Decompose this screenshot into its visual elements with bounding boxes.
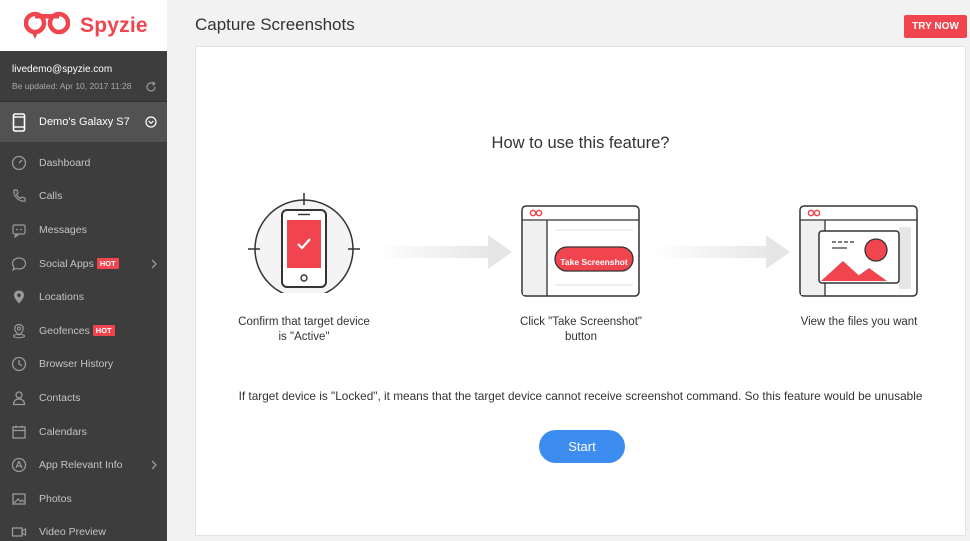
try-now-button[interactable]: TRY NOW (904, 15, 967, 38)
account-panel: livedemo@spyzie.com Be updated: Apr 10, … (0, 51, 167, 102)
take-screenshot-label: Take Screenshot (560, 257, 628, 267)
nav-label: Social Apps (39, 257, 94, 270)
top-bar: Capture Screenshots TRY NOW (167, 0, 970, 46)
start-button[interactable]: Start (539, 430, 625, 463)
app-store-icon (11, 457, 27, 473)
video-icon (11, 527, 27, 537)
feature-card: How to use this feature? Take Screenshot (195, 46, 966, 536)
step-2-caption: Click "Take Screenshot" button (501, 315, 661, 345)
step-3-caption: View the files you want (779, 315, 939, 330)
step-1-line-2: is "Active" (278, 331, 330, 343)
nav-item-calendars[interactable]: Calendars (0, 415, 167, 449)
nav-label: Locations (39, 291, 84, 304)
geofence-icon (12, 323, 26, 339)
brand-name: Spyzie (80, 13, 148, 37)
nav-item-browser-history[interactable]: Browser History (0, 348, 167, 382)
step-2-line-1: Click "Take Screenshot" (520, 316, 642, 328)
nav-item-app-relevant-info[interactable]: App Relevant Info (0, 448, 167, 482)
nav-item-calls[interactable]: Calls (0, 180, 167, 214)
brand-header[interactable]: Spyzie (0, 0, 167, 51)
location-pin-icon (14, 290, 24, 304)
hot-badge: HOT (92, 325, 115, 337)
locked-warning: If target device is "Locked", it means t… (238, 389, 923, 403)
hot-badge: HOT (96, 258, 119, 270)
account-email: livedemo@spyzie.com (12, 64, 113, 75)
last-updated: Be updated: Apr 10, 2017 11:28 (12, 81, 132, 91)
step-1-caption: Confirm that target device is "Active" (224, 315, 384, 345)
clock-icon (11, 357, 27, 372)
nav-item-dashboard[interactable]: Dashboard (0, 146, 167, 180)
view-files-illustration (799, 205, 918, 297)
nav-item-video-preview[interactable]: Video Preview (0, 516, 167, 541)
nav-label: Video Preview (39, 526, 106, 539)
nav-item-messages[interactable]: Messages (0, 213, 167, 247)
nav-label: Geofences (39, 324, 90, 337)
chevron-right-icon (151, 460, 157, 470)
message-icon (12, 224, 26, 238)
chevron-right-icon (151, 259, 157, 269)
contact-icon (12, 391, 26, 406)
chevron-down-icon[interactable] (145, 116, 157, 128)
step-1-line-1: Confirm that target device (238, 316, 370, 328)
device-selector[interactable]: Demo's Galaxy S7 (0, 102, 167, 142)
sidebar-nav: Dashboard Calls Messages Social Apps HOT… (0, 142, 167, 541)
nav-label: Dashboard (39, 156, 91, 169)
device-name: Demo's Galaxy S7 (39, 116, 130, 128)
chat-bubble-icon (11, 256, 27, 271)
smartphone-icon (12, 112, 26, 132)
nav-item-photos[interactable]: Photos (0, 482, 167, 516)
nav-item-social-apps[interactable]: Social Apps HOT (0, 247, 167, 281)
nav-label: Contacts (39, 391, 81, 404)
how-to-heading: How to use this feature? (491, 134, 670, 152)
page-title: Capture Screenshots (195, 15, 355, 34)
nav-label: Messages (39, 223, 87, 236)
nav-label: Photos (39, 492, 72, 505)
step-3-line-1: View the files you want (800, 316, 918, 328)
phone-icon (13, 189, 26, 203)
nav-label: App Relevant Info (39, 459, 123, 472)
nav-label: Calendars (39, 425, 87, 438)
nav-item-locations[interactable]: Locations (0, 280, 167, 314)
dashboard-icon (11, 155, 27, 170)
nav-item-geofences[interactable]: Geofences HOT (0, 314, 167, 348)
spyzie-logo-icon (24, 11, 70, 39)
arrow-right-icon (654, 235, 790, 269)
nav-label: Browser History (39, 358, 114, 371)
photo-icon (12, 493, 26, 505)
active-phone-illustration (248, 193, 360, 293)
step-2-line-2: button (565, 331, 597, 343)
calendar-icon (12, 425, 26, 439)
nav-label: Calls (39, 190, 63, 203)
take-screenshot-illustration (521, 205, 640, 297)
refresh-icon[interactable] (145, 81, 157, 93)
nav-item-contacts[interactable]: Contacts (0, 381, 167, 415)
sidebar: Spyzie livedemo@spyzie.com Be updated: A… (0, 0, 167, 541)
arrow-right-icon (376, 235, 512, 269)
